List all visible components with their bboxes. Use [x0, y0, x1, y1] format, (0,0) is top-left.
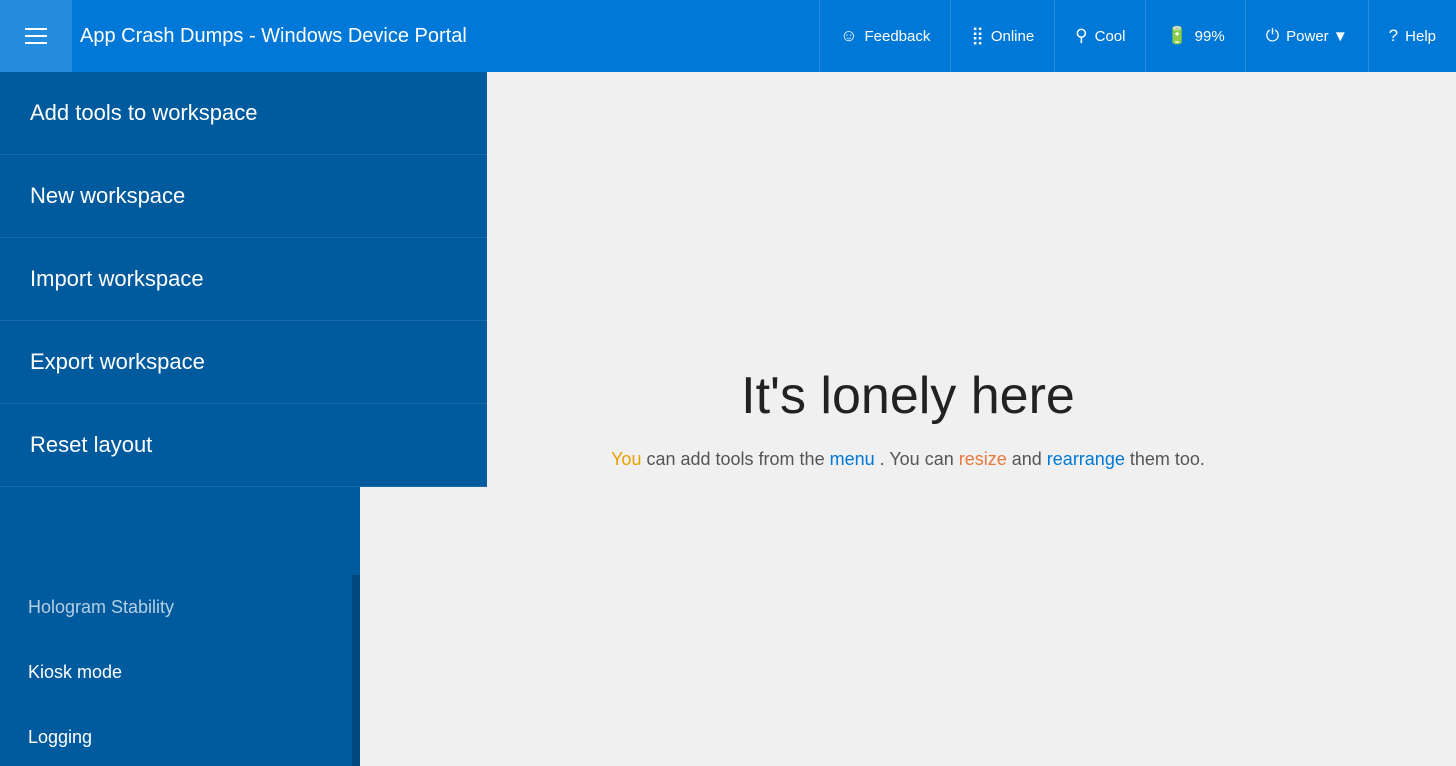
- sidebar: Add tools to workspace New workspace Imp…: [0, 72, 360, 766]
- app-title: App Crash Dumps - Windows Device Portal: [72, 25, 819, 48]
- import-workspace-item[interactable]: Import workspace: [0, 238, 487, 321]
- cool-label: Cool: [1095, 28, 1126, 45]
- power-label: Power ▼: [1286, 28, 1348, 45]
- online-icon: ⣿: [971, 26, 983, 46]
- add-tools-item[interactable]: Add tools to workspace: [0, 72, 487, 155]
- feedback-label: Feedback: [864, 28, 930, 45]
- subtitle-word-rearrange: rearrange: [1047, 449, 1125, 469]
- subtitle-word-them: them too.: [1130, 449, 1205, 469]
- sidebar-item-hologram-stability[interactable]: Hologram Stability: [0, 575, 360, 640]
- subtitle-word-resize: resize: [959, 449, 1007, 469]
- subtitle-word-menu: menu: [830, 449, 875, 469]
- subtitle-word-can1: can: [646, 449, 680, 469]
- export-workspace-item[interactable]: Export workspace: [0, 321, 487, 404]
- lonely-title: It's lonely here: [741, 366, 1075, 426]
- help-icon: ?: [1389, 26, 1398, 46]
- feedback-button[interactable]: ☺ Feedback: [819, 0, 950, 72]
- dropdown-menu: Add tools to workspace New workspace Imp…: [0, 72, 487, 487]
- battery-status[interactable]: 🔋 99%: [1145, 0, 1244, 72]
- subtitle-word-and: and: [1012, 449, 1047, 469]
- temperature-icon: ⚲: [1075, 26, 1087, 46]
- lonely-subtitle: You can add tools from the menu . You ca…: [611, 446, 1205, 473]
- main-content: It's lonely here You can add tools from …: [360, 72, 1456, 766]
- body: Add tools to workspace New workspace Imp…: [0, 72, 1456, 766]
- sidebar-item-kiosk-mode[interactable]: Kiosk mode: [0, 640, 360, 705]
- power-button[interactable]: ⏻ Power ▼: [1245, 0, 1368, 72]
- help-button[interactable]: ? Help: [1368, 0, 1456, 72]
- feedback-icon: ☺: [840, 26, 857, 46]
- power-icon: ⏻: [1266, 26, 1279, 46]
- subtitle-word-you1: You: [611, 449, 641, 469]
- temperature-status[interactable]: ⚲ Cool: [1054, 0, 1145, 72]
- subtitle-period: . You can: [880, 449, 959, 469]
- help-label: Help: [1405, 28, 1436, 45]
- scrollbar[interactable]: [352, 575, 360, 766]
- reset-layout-item[interactable]: Reset layout: [0, 404, 487, 487]
- header-actions: ☺ Feedback ⣿ Online ⚲ Cool 🔋 99% ⏻ Power…: [819, 0, 1456, 72]
- online-status[interactable]: ⣿ Online: [950, 0, 1054, 72]
- new-workspace-item[interactable]: New workspace: [0, 155, 487, 238]
- header: App Crash Dumps - Windows Device Portal …: [0, 0, 1456, 72]
- hamburger-icon: [25, 28, 47, 44]
- online-label: Online: [991, 28, 1034, 45]
- hamburger-button[interactable]: [0, 0, 72, 72]
- subtitle-word-add: add tools from the: [681, 449, 830, 469]
- sidebar-item-logging[interactable]: Logging: [0, 705, 360, 766]
- battery-label: 99%: [1195, 28, 1225, 45]
- battery-icon: 🔋: [1166, 26, 1187, 46]
